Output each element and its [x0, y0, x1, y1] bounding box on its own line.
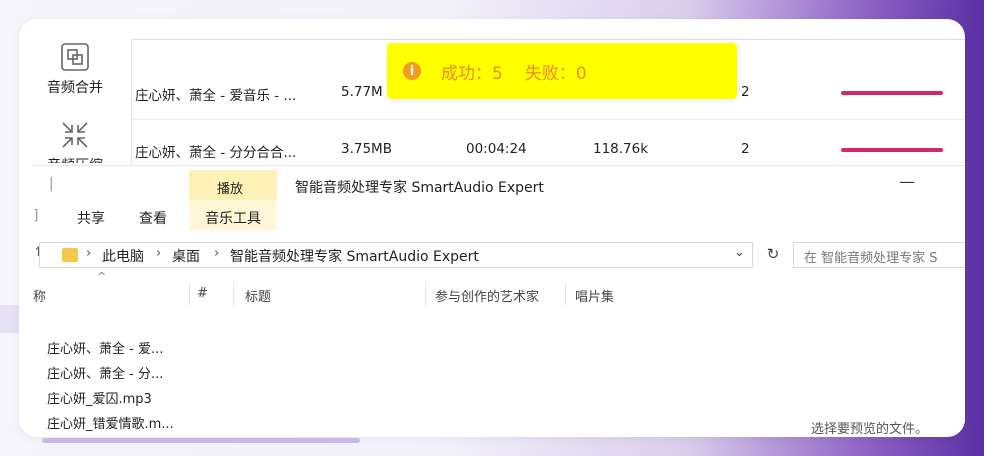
- search-placeholder: 在 智能音频处理专家 S: [804, 251, 938, 266]
- merge-icon: [59, 41, 91, 73]
- sidebar-item-compress[interactable]: 音频压缩: [39, 119, 111, 163]
- column-header-album[interactable]: 唱片集: [575, 286, 614, 305]
- search-input[interactable]: 在 智能音频处理专家 S: [793, 242, 965, 268]
- breadcrumb-desktop[interactable]: 桌面: [172, 246, 200, 266]
- tab-share[interactable]: 共享: [77, 208, 105, 228]
- chevron-right-icon: ›: [156, 246, 162, 261]
- folder-icon: [62, 248, 78, 262]
- chevron-right-icon: ›: [214, 246, 220, 261]
- preview-pane-message: 选择要预览的文件。: [811, 422, 929, 437]
- tab-music-tools[interactable]: 音乐工具: [205, 208, 261, 228]
- breadcrumb-this-pc[interactable]: 此电脑: [102, 246, 144, 266]
- list-item[interactable]: 庄心妍_错爱情歌.m...: [47, 413, 174, 432]
- column-divider[interactable]: [233, 282, 234, 306]
- compress-icon: [59, 119, 91, 151]
- minimize-button[interactable]: —: [899, 172, 915, 191]
- tab-play[interactable]: 播放: [217, 178, 243, 197]
- ribbon-left-edge: ]: [33, 208, 39, 224]
- chevron-right-icon: ›: [86, 246, 92, 261]
- table-row[interactable]: 庄心妍、萧全 - 分分合合... 3.75MB 00:04:24 118.76k…: [133, 137, 965, 163]
- duration: 00:04:24: [466, 141, 527, 157]
- screenshot-card: 音频合并 音频压缩 庄心妍、萧全 - 爱音乐 - ... 5.77M 2 庄心妍…: [19, 19, 965, 437]
- refresh-icon[interactable]: ↻: [761, 242, 785, 266]
- quick-access-divider: |: [49, 176, 54, 192]
- breadcrumb-folder[interactable]: 智能音频处理专家 SmartAudio Expert: [230, 246, 479, 266]
- table-header-line: [133, 39, 965, 40]
- bitrate: 118.76k: [593, 141, 649, 157]
- channels: 2: [741, 141, 750, 157]
- success-count: 成功：5: [441, 63, 503, 84]
- file-name: 庄心妍、萧全 - 分分合合...: [135, 145, 297, 161]
- tab-view[interactable]: 查看: [139, 208, 167, 228]
- column-header-name[interactable]: 称: [33, 286, 46, 305]
- list-item[interactable]: 庄心妍、萧全 - 分...: [47, 363, 163, 382]
- sort-up-icon: ^: [97, 270, 107, 283]
- channels: 2: [741, 84, 750, 100]
- column-divider[interactable]: [189, 282, 190, 306]
- result-toast: i 成功：5 失败：0: [387, 43, 737, 99]
- decorative-underline: [42, 438, 360, 443]
- sidebar-item-merge[interactable]: 音频合并: [39, 41, 111, 97]
- file-explorer-window: | 播放 智能音频处理专家 SmartAudio Expert — ] 共享 查…: [33, 165, 965, 437]
- file-name: 庄心妍、萧全 - 爱音乐 - ...: [135, 88, 297, 104]
- progress-bar: [841, 91, 943, 95]
- column-divider[interactable]: [565, 282, 566, 306]
- sidebar-divider: [131, 39, 132, 165]
- window-title: 智能音频处理专家 SmartAudio Expert: [295, 180, 544, 196]
- list-item[interactable]: 庄心妍、萧全 - 爱...: [47, 338, 163, 357]
- file-size: 3.75MB: [341, 141, 392, 157]
- list-item[interactable]: 庄心妍_爱囚.mp3: [47, 388, 152, 407]
- chevron-down-icon[interactable]: ⌄: [734, 245, 745, 260]
- column-header-artists[interactable]: 参与创作的艺术家: [435, 286, 539, 305]
- progress-bar: [841, 148, 943, 152]
- sidebar-item-label: 音频合并: [47, 80, 103, 96]
- info-icon: i: [403, 62, 421, 80]
- column-header-title[interactable]: 标题: [245, 286, 271, 305]
- column-divider[interactable]: [425, 282, 426, 306]
- smartaudio-app: 音频合并 音频压缩 庄心妍、萧全 - 爱音乐 - ... 5.77M 2 庄心妍…: [19, 19, 965, 167]
- row-divider: [133, 119, 965, 120]
- fail-count: 失败：0: [524, 63, 587, 84]
- file-size: 5.77M: [341, 84, 383, 100]
- sidebar-item-label: 音频压缩: [39, 155, 111, 163]
- column-header-number[interactable]: #: [197, 286, 208, 301]
- address-bar[interactable]: › 此电脑 › 桌面 › 智能音频处理专家 SmartAudio Expert …: [39, 242, 753, 268]
